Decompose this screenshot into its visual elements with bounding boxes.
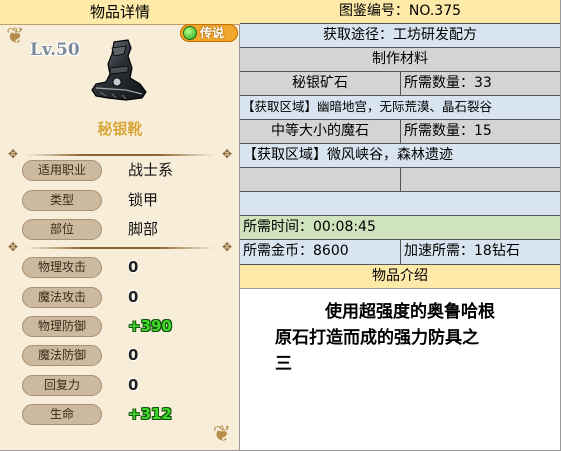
attr-value-slot: 脚部 (128, 220, 159, 238)
mithril-boot-icon (91, 39, 147, 101)
material-1-row: 秘银矿石 所需数量：33 (240, 72, 560, 96)
material-1-name: 秘银矿石 (292, 75, 348, 91)
stat-label-hp: 生命 (22, 404, 102, 425)
speedup-cost: 加速所需：18钻石 (400, 240, 560, 264)
craft-time: 所需时间：00:08:45 (243, 219, 376, 235)
attr-value-class: 战士系 (128, 161, 174, 179)
codex-row: 图鉴编号：NO.375 (240, 0, 560, 24)
source-row: 获取途径：工坊研发配方 (240, 24, 560, 48)
material-2-name: 中等大小的魔石 (271, 123, 369, 139)
stat-label-mag-atk: 魔法攻击 (22, 287, 102, 308)
divider: ✥ ✥ (8, 240, 232, 254)
stat-label-phys-atk: 物理攻击 (22, 257, 102, 278)
attr-label-type: 类型 (22, 190, 102, 211)
material-1-qty: 所需数量：33 (400, 72, 560, 95)
ornament-corner-icon: ❦ (212, 422, 231, 447)
rarity-text: 传说 (200, 26, 225, 40)
attr-label-slot: 部位 (22, 219, 102, 240)
stat-label-mag-def: 魔法防御 (22, 345, 102, 366)
attr-value-type: 锁甲 (128, 191, 159, 209)
source-text: 获取途径：工坊研发配方 (323, 27, 477, 43)
item-detail-header: 物品详情 (0, 0, 240, 25)
stat-label-phys-def: 物理防御 (22, 316, 102, 337)
description-line: 原石打造而成的强力防具之 (275, 328, 479, 348)
material-3-row (240, 168, 560, 192)
material-3-qty (400, 168, 560, 191)
material-3-area (240, 192, 560, 215)
ornament-corner-icon: ❦ (6, 24, 25, 49)
intro-header: 物品介绍 (372, 268, 428, 284)
divider: ✥ ✥ (8, 147, 232, 161)
gold-cost: 所需金币：8600 (243, 243, 349, 259)
rarity-badge: 传说 (180, 24, 238, 42)
cost-row: 所需金币：8600 加速所需：18钻石 (240, 240, 560, 265)
material-3-name (240, 168, 400, 191)
item-description: 使用超强度的奥鲁哈根 原石打造而成的强力防具之 三 (275, 299, 525, 377)
crafting-info-table: 图鉴编号：NO.375 获取途径：工坊研发配方 制作材料 秘银矿石 所需数量：3… (240, 0, 561, 451)
item-name: 秘银靴 (97, 120, 143, 138)
time-row: 所需时间：00:08:45 (240, 216, 560, 240)
material-1-area-row: 【获取区域】幽暗地宫，无际荒漠、晶石裂谷 (240, 96, 560, 120)
stat-value-phys-atk: 0 (128, 258, 139, 276)
description-line: 使用超强度的奥鲁哈根 (325, 302, 495, 322)
material-1-area: 【获取区域】幽暗地宫，无际荒漠、晶石裂谷 (242, 99, 493, 114)
legendary-badge-icon (183, 26, 197, 40)
stat-value-phys-def: +390 (128, 317, 172, 335)
material-2-row: 中等大小的魔石 所需数量：15 (240, 120, 560, 144)
materials-header-row: 制作材料 (240, 48, 560, 72)
intro-header-row: 物品介绍 (240, 265, 560, 289)
stat-value-hp: +312 (128, 405, 172, 423)
stat-value-mag-atk: 0 (128, 288, 139, 306)
material-2-area-row: 【获取区域】微风峡谷，森林遗迹 (240, 144, 560, 168)
attr-label-class: 适用职业 (22, 160, 102, 181)
stat-label-recovery: 回复力 (22, 375, 102, 396)
item-level: Lv.50 (30, 40, 80, 60)
material-3-area-row (240, 192, 560, 216)
stat-value-mag-def: 0 (128, 346, 139, 364)
material-2-area: 【获取区域】微风峡谷，森林遗迹 (243, 147, 453, 163)
materials-header: 制作材料 (372, 51, 428, 67)
stat-value-recovery: 0 (128, 376, 139, 394)
codex-number: 图鉴编号：NO.375 (338, 3, 462, 19)
item-detail-panel: 物品详情 ❦ Lv.50 传说 秘银靴 ✥ ✥ 适用职业 战士系 类型 锁甲 部位… (0, 0, 240, 451)
description-line: 三 (275, 354, 292, 374)
material-2-qty: 所需数量：15 (400, 120, 560, 143)
